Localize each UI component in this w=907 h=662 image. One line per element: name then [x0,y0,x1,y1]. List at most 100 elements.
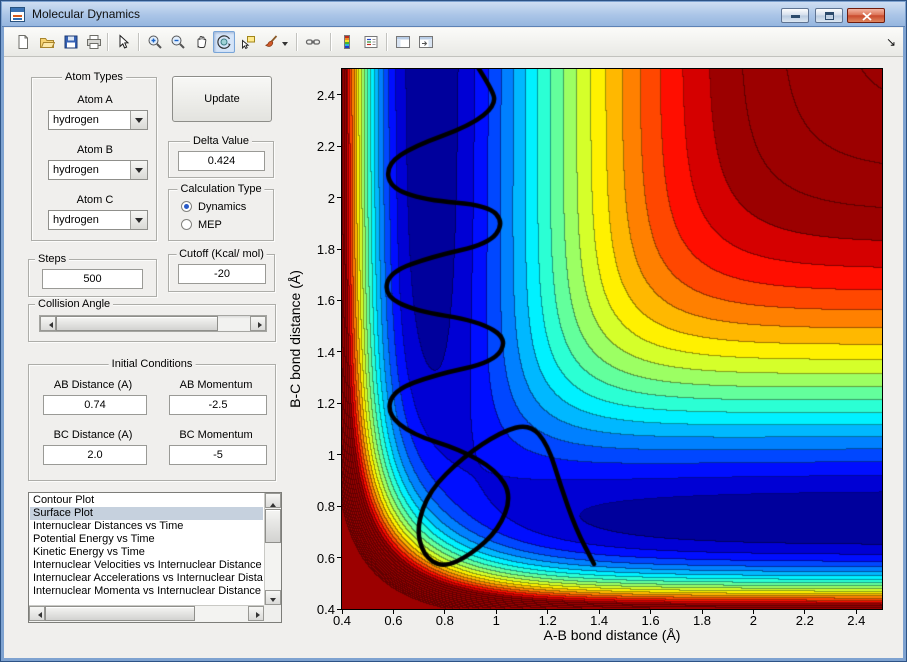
y-tick-label: 2.2 [307,139,335,154]
bc-momentum-input[interactable] [169,445,267,465]
hscroll-thumb[interactable] [45,606,195,621]
pan-button[interactable] [190,31,212,53]
zoom-in-button[interactable] [144,31,166,53]
horizontal-scrollbar[interactable] [29,605,264,622]
x-tick-label: 0.8 [425,613,465,628]
collision-angle-panel: Collision Angle [28,304,276,342]
toolbar: ↘ [4,28,903,57]
app-window: Molecular Dynamics [0,0,907,662]
calc-type-option[interactable]: Dynamics [181,200,271,214]
steps-input[interactable] [42,269,143,289]
show-plot-tools-icon [418,34,434,50]
brush-data-button[interactable] [260,31,282,53]
slider-thumb[interactable] [56,316,218,331]
pes-canvas[interactable] [342,69,882,609]
initial-conditions-panel: Initial Conditions AB Distance (A) AB Mo… [28,364,276,481]
insert-colorbar-button[interactable] [336,31,358,53]
cutoff-panel: Cutoff (Kcal/ mol) [168,254,275,292]
update-button[interactable]: Update [172,76,272,122]
close-button[interactable] [847,8,885,23]
atom-c-value: hydrogen [53,214,99,226]
open-file-button[interactable] [36,31,58,53]
atom-c-dropdown[interactable]: hydrogen [48,210,148,230]
list-item[interactable]: Internuclear Accelerations vs Internucle… [30,572,263,585]
brush-dropdown-arrow[interactable] [282,40,290,48]
list-item[interactable]: Contour Plot [30,494,263,507]
scrollbar-corner [264,605,281,622]
zoom-out-button[interactable] [167,31,189,53]
calc-type-option[interactable]: MEP [181,218,271,232]
arrow-right-icon [256,612,263,618]
hide-plot-tools-button[interactable] [392,31,414,53]
close-icon [848,9,886,24]
scroll-right-button[interactable] [248,606,264,621]
y-tick-mark [337,94,341,95]
y-tick-label: 0.8 [307,499,335,514]
vertical-scrollbar[interactable] [264,493,281,605]
zoom-in-icon [147,34,163,50]
insert-legend-button[interactable] [360,31,382,53]
maximize-button[interactable] [815,8,843,23]
link-plot-button[interactable] [302,31,324,53]
collision-angle-slider[interactable] [39,315,267,332]
insert-legend-icon [363,34,379,50]
insert-colorbar-icon [339,34,355,50]
plot-type-listbox-items: Contour PlotSurface PlotInternuclear Dis… [30,494,263,604]
y-tick-mark [337,197,341,198]
bc-distance-input[interactable] [43,445,147,465]
list-item[interactable]: Surface Plot [30,507,263,520]
radio-icon[interactable] [181,219,192,230]
atom-b-dropdown[interactable]: hydrogen [48,160,148,180]
calculation-type-panel: Calculation Type Dynamics MEP [168,189,274,241]
show-plot-tools-button[interactable] [415,31,437,53]
list-item[interactable]: Internuclear Velocities vs Internuclear … [30,559,263,572]
y-tick-mark [337,557,341,558]
list-item[interactable]: Internuclear Distances vs Time [30,520,263,533]
chevron-down-icon[interactable] [130,161,147,179]
delta-value-input[interactable] [178,151,265,171]
chevron-down-icon[interactable] [130,211,147,229]
chevron-down-icon[interactable] [130,111,147,129]
atom-a-dropdown[interactable]: hydrogen [48,110,148,130]
scroll-left-button[interactable] [29,606,45,621]
new-figure-button[interactable] [12,31,34,53]
x-tick-label: 1.8 [682,613,722,628]
radio-label: MEP [198,219,222,231]
x-tick-label: 1.6 [631,613,671,628]
y-tick-mark [337,506,341,507]
arrow-up-icon [270,500,276,507]
atom-types-panel: Atom Types Atom A hydrogen Atom B hydrog… [31,77,157,241]
x-tick-label: 2.4 [836,613,876,628]
minimize-icon [791,15,800,18]
data-cursor-button[interactable] [237,31,259,53]
save-figure-button[interactable] [60,31,82,53]
list-item[interactable]: Internuclear Momenta vs Internuclear Dis… [30,585,263,598]
radio-icon[interactable] [181,201,192,212]
scroll-up-button[interactable] [265,493,281,508]
print-figure-button[interactable] [83,31,105,53]
slider-left-arrow-button[interactable] [40,316,56,331]
vscroll-thumb[interactable] [265,509,281,543]
slider-right-arrow-button[interactable] [250,316,266,331]
plot-type-listbox[interactable]: Contour PlotSurface PlotInternuclear Dis… [28,492,282,623]
y-tick-label: 2 [307,191,335,206]
minimize-button[interactable] [781,8,809,23]
ab-momentum-input[interactable] [169,395,267,415]
y-tick-mark [337,609,341,610]
toolbar-separator [138,33,139,51]
radio-label: Dynamics [198,201,246,213]
ab-distance-input[interactable] [43,395,147,415]
y-tick-mark [337,146,341,147]
edit-plot-button[interactable] [112,31,134,53]
titlebar[interactable]: Molecular Dynamics [2,2,905,27]
rotate-3d-button[interactable] [213,31,235,53]
cutoff-input[interactable] [178,264,266,284]
panel-title: Initial Conditions [109,358,196,370]
list-item[interactable]: Potential Energy vs Time [30,533,263,546]
atom-c-label: Atom C [32,194,158,206]
list-item[interactable]: Kinetic Energy vs Time [30,546,263,559]
x-tick-label: 1.4 [579,613,619,628]
dock-figure-icon[interactable]: ↘ [886,36,896,48]
toolbar-separator [330,33,331,51]
scroll-down-button[interactable] [265,590,281,605]
